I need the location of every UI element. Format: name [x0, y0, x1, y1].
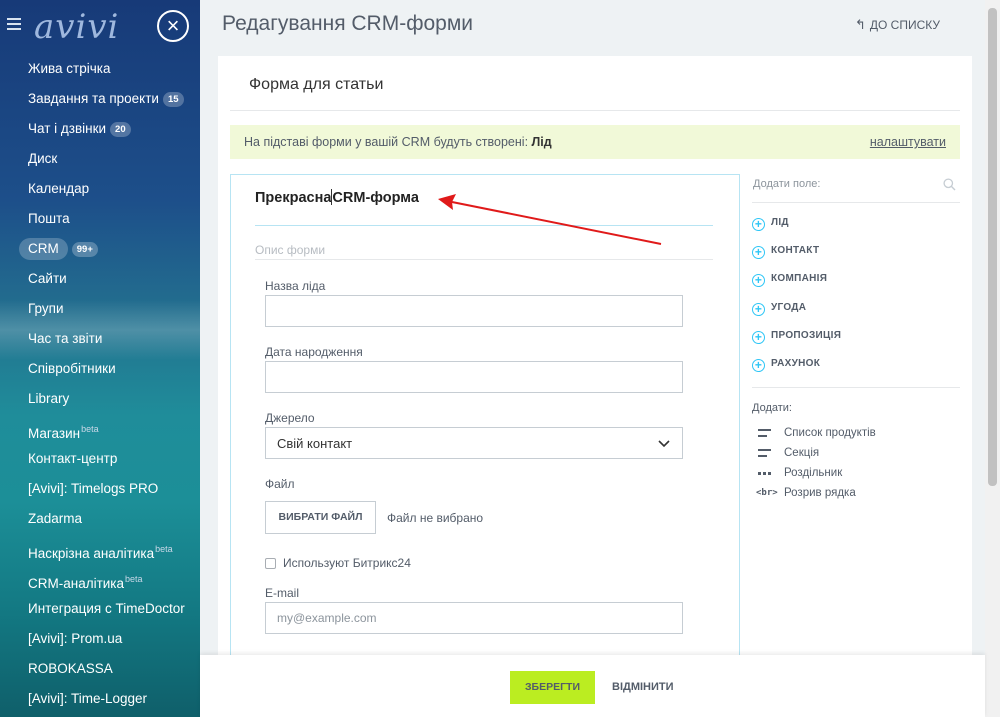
- sidebar-item-groups[interactable]: Групи: [0, 298, 200, 328]
- entity-name: Лід: [531, 135, 552, 149]
- add-entity-contact[interactable]: + КОНТАКТ: [752, 245, 819, 265]
- sidebar-item-analytics[interactable]: Наскрізна аналітикаbeta: [0, 538, 200, 568]
- right-panel-divider: [752, 387, 960, 388]
- sidebar-item-sites[interactable]: Сайти: [0, 268, 200, 298]
- lead-name-label: Назва ліда: [265, 279, 326, 293]
- beta-label: beta: [155, 544, 173, 554]
- bitrix-checkbox-label: Используют Битрикс24: [283, 556, 411, 570]
- add-line-break[interactable]: <br> Розрив рядка: [756, 487, 856, 505]
- plus-icon: +: [752, 274, 765, 287]
- sidebar-item-robokassa[interactable]: ROBOKASSA: [0, 658, 200, 688]
- sidebar-item-calendar[interactable]: Календар: [0, 178, 200, 208]
- page-title: Редагування CRM-форми: [222, 12, 474, 35]
- form-description-input[interactable]: Опис форми: [255, 243, 325, 257]
- sidebar-item-chat[interactable]: Чат і дзвінки 20: [0, 118, 200, 148]
- email-label: E-mail: [265, 586, 300, 600]
- sidebar-item-feed[interactable]: Жива стрічка: [0, 58, 200, 88]
- sidebar-menu: Жива стрічка Завдання та проекти 15 Чат і…: [0, 58, 200, 717]
- save-button[interactable]: ЗБЕРЕГТИ: [510, 671, 595, 704]
- add-entity-company[interactable]: + КОМПАНІЯ: [752, 273, 827, 293]
- add-section[interactable]: Секція: [756, 447, 819, 465]
- crm-entity-info-bar: На підставі форми у вашій CRM будуть ств…: [230, 125, 960, 159]
- cancel-button[interactable]: ВІДМІНИТИ: [612, 681, 674, 693]
- sidebar-item-mail[interactable]: Пошта: [0, 208, 200, 238]
- add-entity-lead[interactable]: + ЛІД: [752, 217, 789, 237]
- sidebar-item-disk[interactable]: Диск: [0, 148, 200, 178]
- add-entity-quote[interactable]: + ПРОПОЗИЦІЯ: [752, 330, 841, 350]
- email-input[interactable]: [265, 602, 683, 634]
- sidebar-item-time-logger[interactable]: [Avivi]: Time-Logger: [0, 688, 200, 717]
- add-field-search[interactable]: Додати поле:: [752, 175, 960, 203]
- back-arrow-icon: ↰: [854, 17, 866, 32]
- birthdate-label: Дата народження: [265, 345, 363, 359]
- add-label: Додати:: [752, 402, 792, 414]
- card-title: Форма для статьи: [249, 76, 384, 93]
- birthdate-input[interactable]: [265, 361, 683, 393]
- close-icon[interactable]: ×: [157, 10, 189, 42]
- sidebar-item-contact-center[interactable]: Контакт-центр: [0, 448, 200, 478]
- configure-link[interactable]: налаштувати: [870, 135, 946, 149]
- logo: avivi: [34, 7, 120, 47]
- sidebar-item-crm-analytics[interactable]: CRM-аналітикаbeta: [0, 568, 200, 598]
- choose-file-button[interactable]: ВИБРАТИ ФАЙЛ: [265, 501, 376, 534]
- add-entity-deal[interactable]: + УГОДА: [752, 302, 806, 322]
- sidebar-top: avivi ×: [0, 0, 200, 52]
- beta-label: beta: [81, 424, 99, 434]
- source-label: Джерело: [265, 411, 315, 425]
- plus-icon: +: [752, 218, 765, 231]
- file-status: Файл не вибрано: [387, 511, 484, 525]
- sidebar: avivi × Жива стрічка Завдання та проекти…: [0, 0, 200, 717]
- counter-badge: 20: [110, 122, 131, 137]
- card-divider: [230, 110, 960, 111]
- add-field-placeholder: Додати поле:: [753, 178, 821, 190]
- counter-badge: 99+: [71, 242, 98, 257]
- sidebar-item-prom[interactable]: [Avivi]: Prom.ua: [0, 628, 200, 658]
- form-name-underline: [255, 225, 713, 226]
- form-name-input[interactable]: ПрекраснаCRM-форма: [255, 189, 419, 206]
- sidebar-item-tasks[interactable]: Завдання та проекти 15: [0, 88, 200, 118]
- search-icon: [943, 178, 956, 191]
- section-icon: [758, 449, 771, 457]
- sidebar-item-crm[interactable]: CRM 99+: [0, 238, 200, 268]
- page-header: Редагування CRM-форми ↰ ДО СПИСКУ: [200, 0, 985, 52]
- form-preview: ПрекраснаCRM-форма Опис форми Назва ліда…: [230, 174, 740, 664]
- product-list-icon: [758, 429, 771, 437]
- add-entity-invoice[interactable]: + РАХУНОК: [752, 358, 820, 378]
- menu-icon[interactable]: [7, 18, 21, 30]
- divider-icon: [758, 472, 771, 475]
- sidebar-item-shop[interactable]: Магазинbeta: [0, 418, 200, 448]
- form-description-underline: [255, 259, 713, 260]
- chevron-down-icon: [658, 440, 670, 448]
- sidebar-item-timelogs[interactable]: [Avivi]: Timelogs PRO: [0, 478, 200, 508]
- page-scrollbar[interactable]: [985, 0, 1000, 717]
- add-product-list[interactable]: Список продуктів: [756, 427, 876, 445]
- plus-icon: +: [752, 331, 765, 344]
- source-select[interactable]: Свій контакт: [265, 427, 683, 459]
- sidebar-item-library[interactable]: Library: [0, 388, 200, 418]
- bitrix-checkbox[interactable]: [265, 558, 276, 569]
- plus-icon: +: [752, 246, 765, 259]
- add-divider[interactable]: Роздільник: [756, 467, 842, 485]
- plus-icon: +: [752, 303, 765, 316]
- beta-label: beta: [125, 574, 143, 584]
- line-break-icon: <br>: [756, 487, 778, 498]
- lead-name-input[interactable]: [265, 295, 683, 327]
- bottom-action-bar: ЗБЕРЕГТИ ВІДМІНИТИ: [200, 655, 985, 717]
- sidebar-item-zadarma[interactable]: Zadarma: [0, 508, 200, 538]
- counter-badge: 15: [162, 92, 184, 107]
- sidebar-item-timedoctor[interactable]: Интеграция с TimeDoctor: [0, 598, 200, 628]
- sidebar-item-time-reports[interactable]: Час та звіти: [0, 328, 200, 358]
- file-label: Файл: [265, 477, 295, 491]
- plus-icon: +: [752, 359, 765, 372]
- scrollbar-thumb[interactable]: [988, 8, 997, 486]
- sidebar-item-employees[interactable]: Співробітники: [0, 358, 200, 388]
- form-editor-card: Форма для статьи На підставі форми у ваш…: [218, 56, 972, 664]
- back-to-list-link[interactable]: ↰ ДО СПИСКУ: [855, 17, 940, 33]
